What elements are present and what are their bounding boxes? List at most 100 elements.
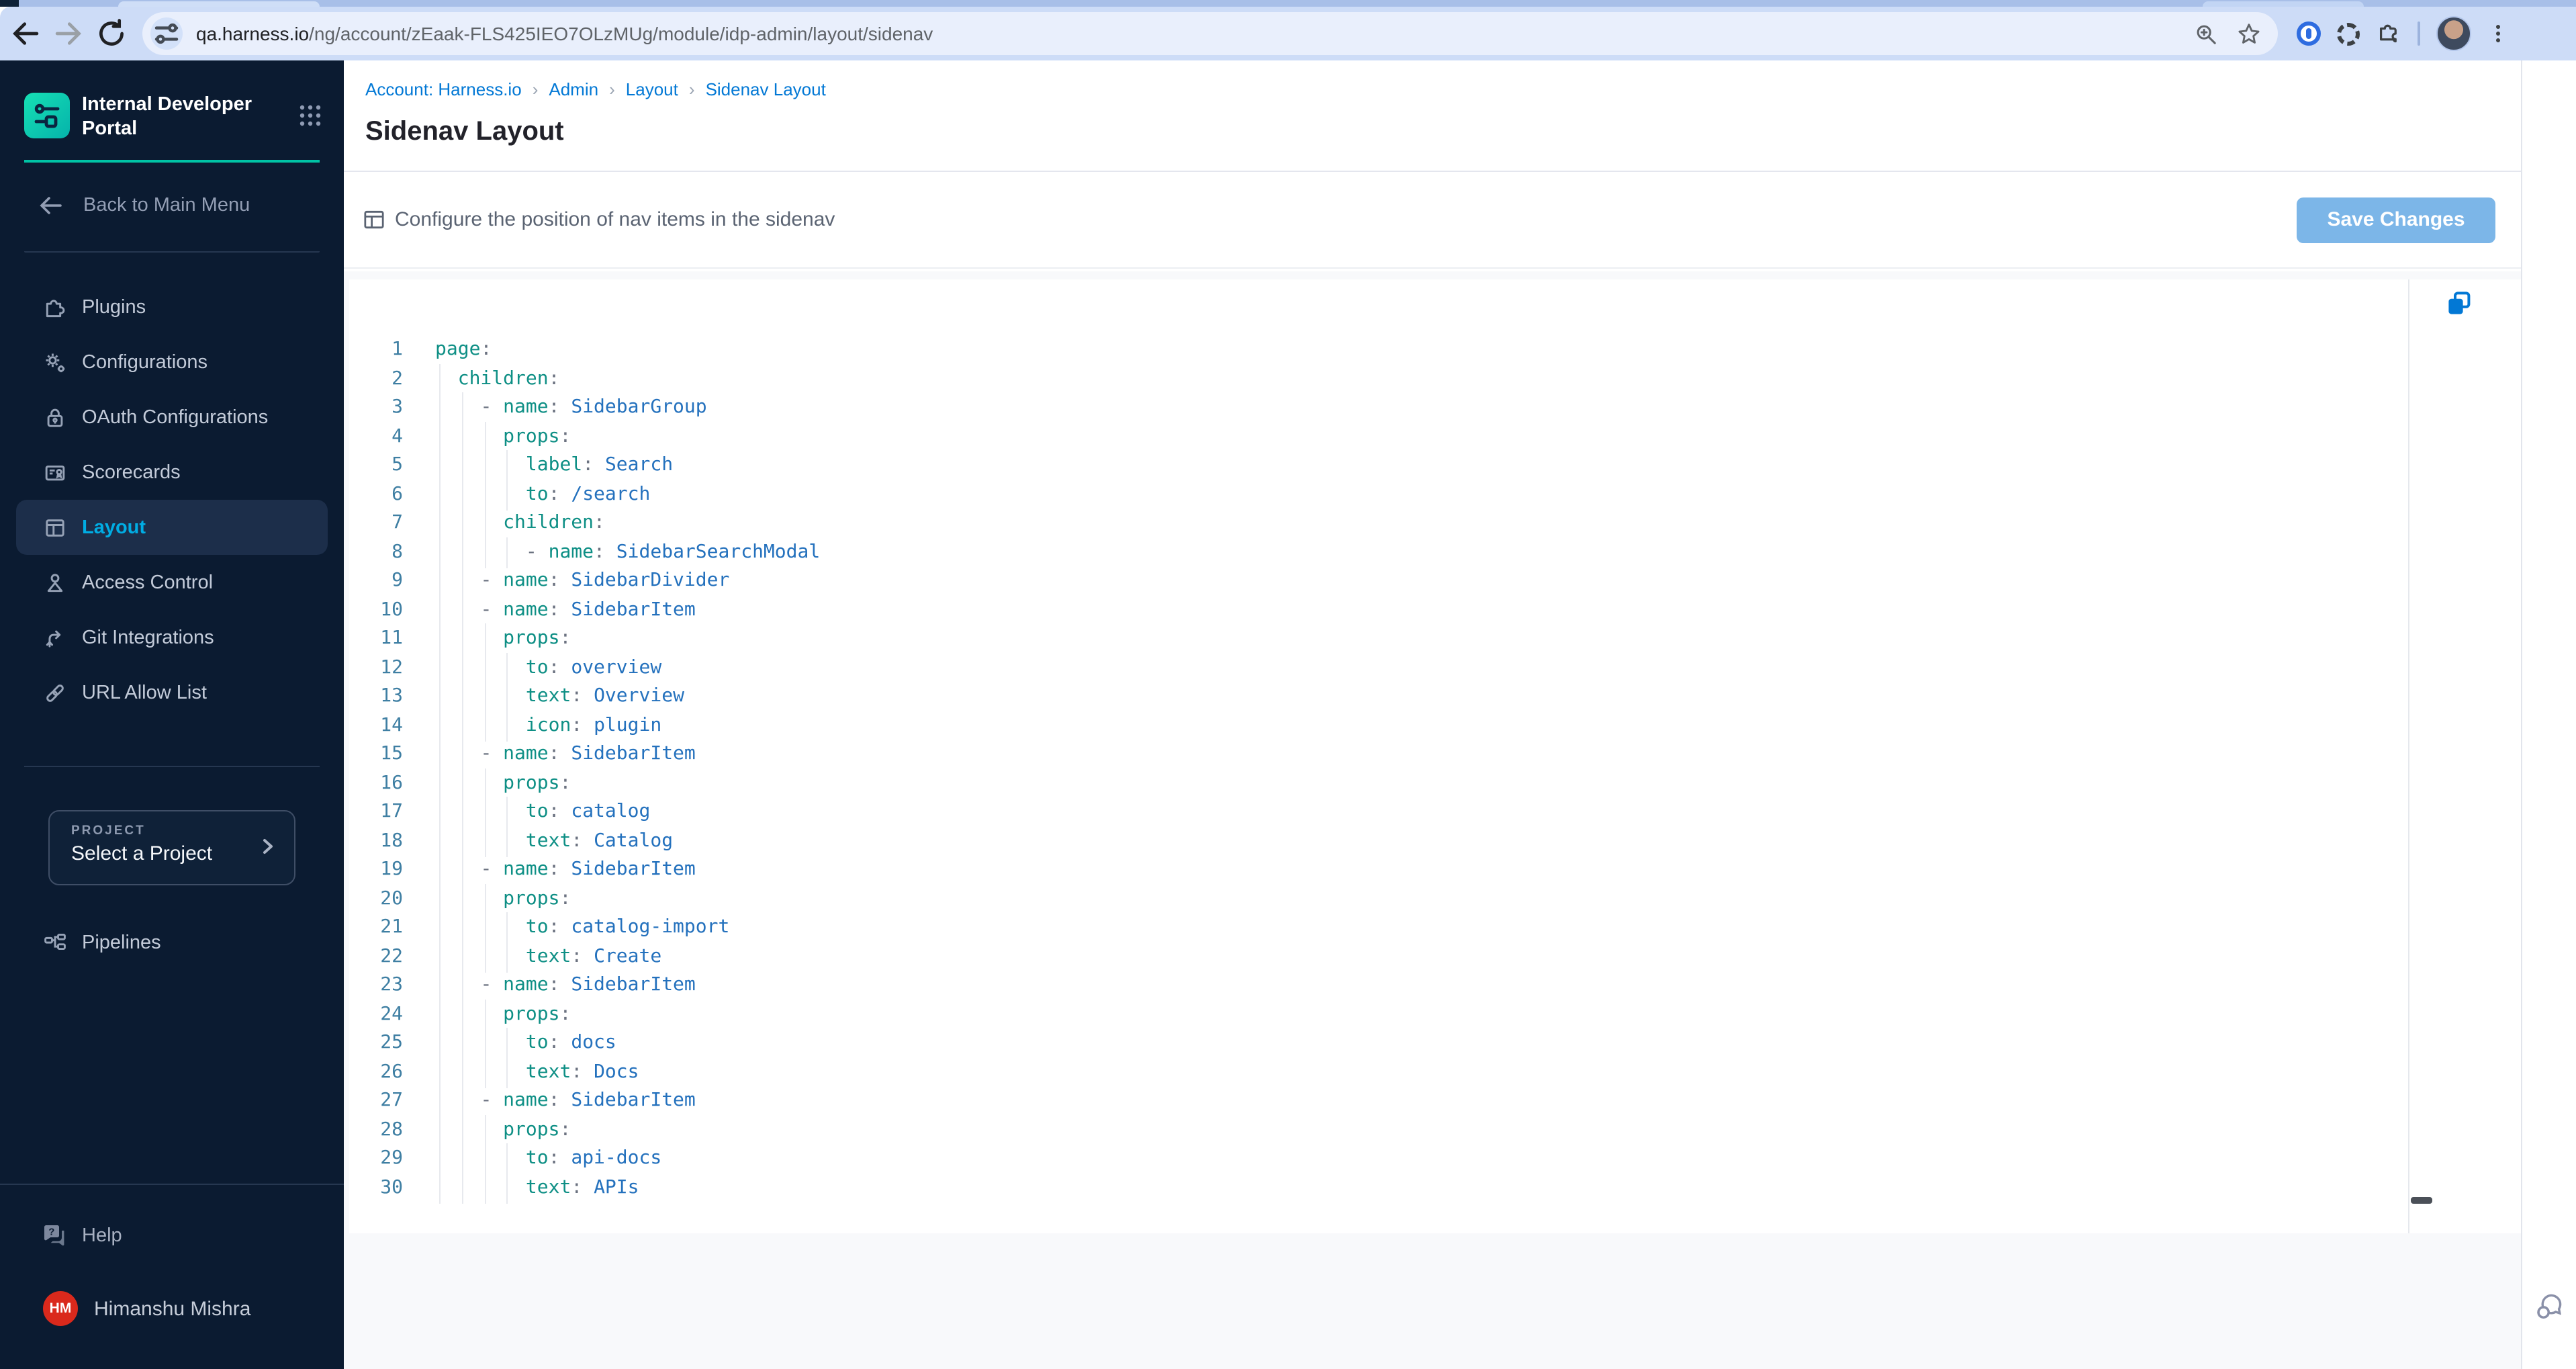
code-text: to: /search bbox=[435, 479, 650, 511]
code-line: 13 text: Overview bbox=[349, 681, 2400, 713]
code-line: 16 props: bbox=[349, 768, 2400, 799]
indent-guide bbox=[461, 1057, 463, 1088]
indent-guide bbox=[439, 970, 441, 1002]
indent-guide bbox=[461, 941, 463, 973]
sidebar-item-label: OAuth Configurations bbox=[82, 406, 269, 428]
code-text: - name: SidebarItem bbox=[435, 970, 696, 1002]
indent-guide bbox=[506, 1057, 508, 1088]
sidebar-item-label: Plugins bbox=[82, 296, 146, 318]
indent-guide bbox=[439, 623, 441, 655]
save-changes-button[interactable]: Save Changes bbox=[2297, 197, 2495, 242]
sidebar-item-label: Git Integrations bbox=[82, 627, 214, 648]
indent-guide bbox=[461, 1114, 463, 1146]
layout-icon bbox=[43, 515, 67, 539]
line-number: 16 bbox=[380, 772, 403, 793]
sidebar-item-layout[interactable]: Layout bbox=[16, 500, 328, 555]
indent-guide bbox=[506, 652, 508, 684]
code-line: 23 - name: SidebarItem bbox=[349, 970, 2400, 1002]
line-number: 15 bbox=[380, 743, 403, 764]
line-number: 11 bbox=[380, 627, 403, 649]
line-number: 6 bbox=[392, 483, 403, 504]
code-line: 29 to: api-docs bbox=[349, 1143, 2400, 1175]
code-text: props: bbox=[435, 1114, 571, 1146]
apps-grid-icon[interactable] bbox=[298, 103, 322, 128]
sidebar-item-configurations[interactable]: Configurations bbox=[0, 335, 344, 390]
breadcrumb-item[interactable]: Admin bbox=[549, 79, 598, 99]
site-settings-icon[interactable] bbox=[150, 17, 183, 50]
sidebar-item-pipelines[interactable]: Pipelines bbox=[0, 915, 344, 970]
breadcrumb-item[interactable]: Sidenav Layout bbox=[706, 79, 826, 99]
help-button[interactable]: ? Help bbox=[0, 1223, 344, 1248]
url-text[interactable]: qa.harness.io/ng/account/zEaak-FLS425IEO… bbox=[196, 23, 933, 44]
sidebar-item-label: Pipelines bbox=[82, 932, 161, 953]
editor-scrollbar-thumb[interactable] bbox=[2411, 1197, 2432, 1204]
main-panel: Account: Harness.io › Admin › Layout › Sidenav… bbox=[344, 60, 2521, 1369]
chat-bubbles-icon[interactable] bbox=[2533, 1288, 2568, 1323]
sidebar-item-scorecards[interactable]: Scorecards bbox=[0, 445, 344, 500]
line-number: 7 bbox=[392, 512, 403, 533]
code-line: 12 to: overview bbox=[349, 652, 2400, 684]
indent-guide bbox=[439, 710, 441, 742]
lock-icon bbox=[43, 405, 67, 429]
indent-guide bbox=[439, 1143, 441, 1175]
browser-tab[interactable] bbox=[118, 1, 320, 7]
extensions-puzzle-icon[interactable] bbox=[2376, 21, 2401, 46]
sidebar-item-git-integrations[interactable]: Git Integrations bbox=[0, 610, 344, 665]
sidebar-item-url-allow-list[interactable]: URL Allow List bbox=[0, 665, 344, 720]
code-text: children: bbox=[435, 508, 605, 539]
profile-avatar[interactable] bbox=[2436, 16, 2471, 51]
copy-icon[interactable] bbox=[2444, 289, 2474, 318]
user-menu[interactable]: HM Himanshu Mishra bbox=[0, 1291, 344, 1326]
code-line: 9 - name: SidebarDivider bbox=[349, 566, 2400, 597]
bookmark-star-icon[interactable] bbox=[2236, 21, 2262, 46]
breadcrumb-separator: › bbox=[609, 79, 615, 99]
sidebar-item-plugins[interactable]: Plugins bbox=[0, 279, 344, 335]
indent-guide bbox=[461, 1172, 463, 1204]
indent-guide bbox=[461, 1086, 463, 1117]
indent-guide bbox=[439, 681, 441, 713]
reload-icon[interactable] bbox=[94, 16, 129, 51]
yaml-editor[interactable]: 1 page: 2 children: 3 - name: SidebarGroup 4… bbox=[349, 279, 2521, 1233]
url-bar[interactable]: qa.harness.io/ng/account/zEaak-FLS425IEO… bbox=[142, 12, 2278, 55]
zoom-in-icon[interactable] bbox=[2195, 22, 2217, 45]
person-icon bbox=[43, 570, 67, 594]
user-avatar: HM bbox=[43, 1291, 78, 1326]
sidebar-item-oauth-configurations[interactable]: OAuth Configurations bbox=[0, 390, 344, 445]
indent-guide bbox=[439, 854, 441, 886]
indent-guide bbox=[439, 912, 441, 944]
sidebar-divider bbox=[24, 766, 320, 767]
arrow-left-icon bbox=[38, 192, 64, 219]
burst-icon[interactable] bbox=[2337, 22, 2360, 45]
project-selector[interactable]: PROJECT Select a Project bbox=[48, 810, 295, 885]
breadcrumb-item[interactable]: Account: Harness.io bbox=[365, 79, 522, 99]
indent-guide bbox=[439, 421, 441, 453]
code-line: 1 page: bbox=[349, 336, 2400, 365]
indent-guide bbox=[439, 797, 441, 828]
forward-icon[interactable] bbox=[51, 16, 86, 51]
code-line: 10 - name: SidebarItem bbox=[349, 594, 2400, 626]
code-text: - name: SidebarItem bbox=[435, 739, 696, 770]
line-number: 26 bbox=[380, 1061, 403, 1082]
back-to-main-menu[interactable]: Back to Main Menu bbox=[0, 163, 344, 219]
action-bar: Configure the position of nav items in t… bbox=[344, 171, 2521, 267]
product-title: Internal Developer Portal bbox=[82, 94, 252, 140]
indent-guide bbox=[461, 797, 463, 828]
browser-tab[interactable] bbox=[2203, 1, 2364, 7]
indent-guide bbox=[506, 1172, 508, 1204]
browser-tab-strip bbox=[0, 0, 2576, 7]
sidebar-item-access-control[interactable]: Access Control bbox=[0, 555, 344, 610]
indent-guide bbox=[506, 537, 508, 568]
line-number: 18 bbox=[380, 830, 403, 851]
onepassword-icon[interactable] bbox=[2297, 21, 2321, 46]
code-text: text: Catalog bbox=[435, 826, 673, 857]
sidebar-divider bbox=[24, 251, 320, 253]
breadcrumb-item[interactable]: Layout bbox=[626, 79, 678, 99]
indent-guide bbox=[484, 912, 486, 944]
code-line: 28 props: bbox=[349, 1114, 2400, 1146]
menu-kebab-icon[interactable] bbox=[2487, 23, 2509, 44]
indent-guide bbox=[484, 479, 486, 511]
back-icon[interactable] bbox=[8, 16, 43, 51]
breadcrumb-separator: › bbox=[688, 79, 695, 99]
indent-guide bbox=[461, 508, 463, 539]
code-line: 8 - name: SidebarSearchModal bbox=[349, 537, 2400, 568]
